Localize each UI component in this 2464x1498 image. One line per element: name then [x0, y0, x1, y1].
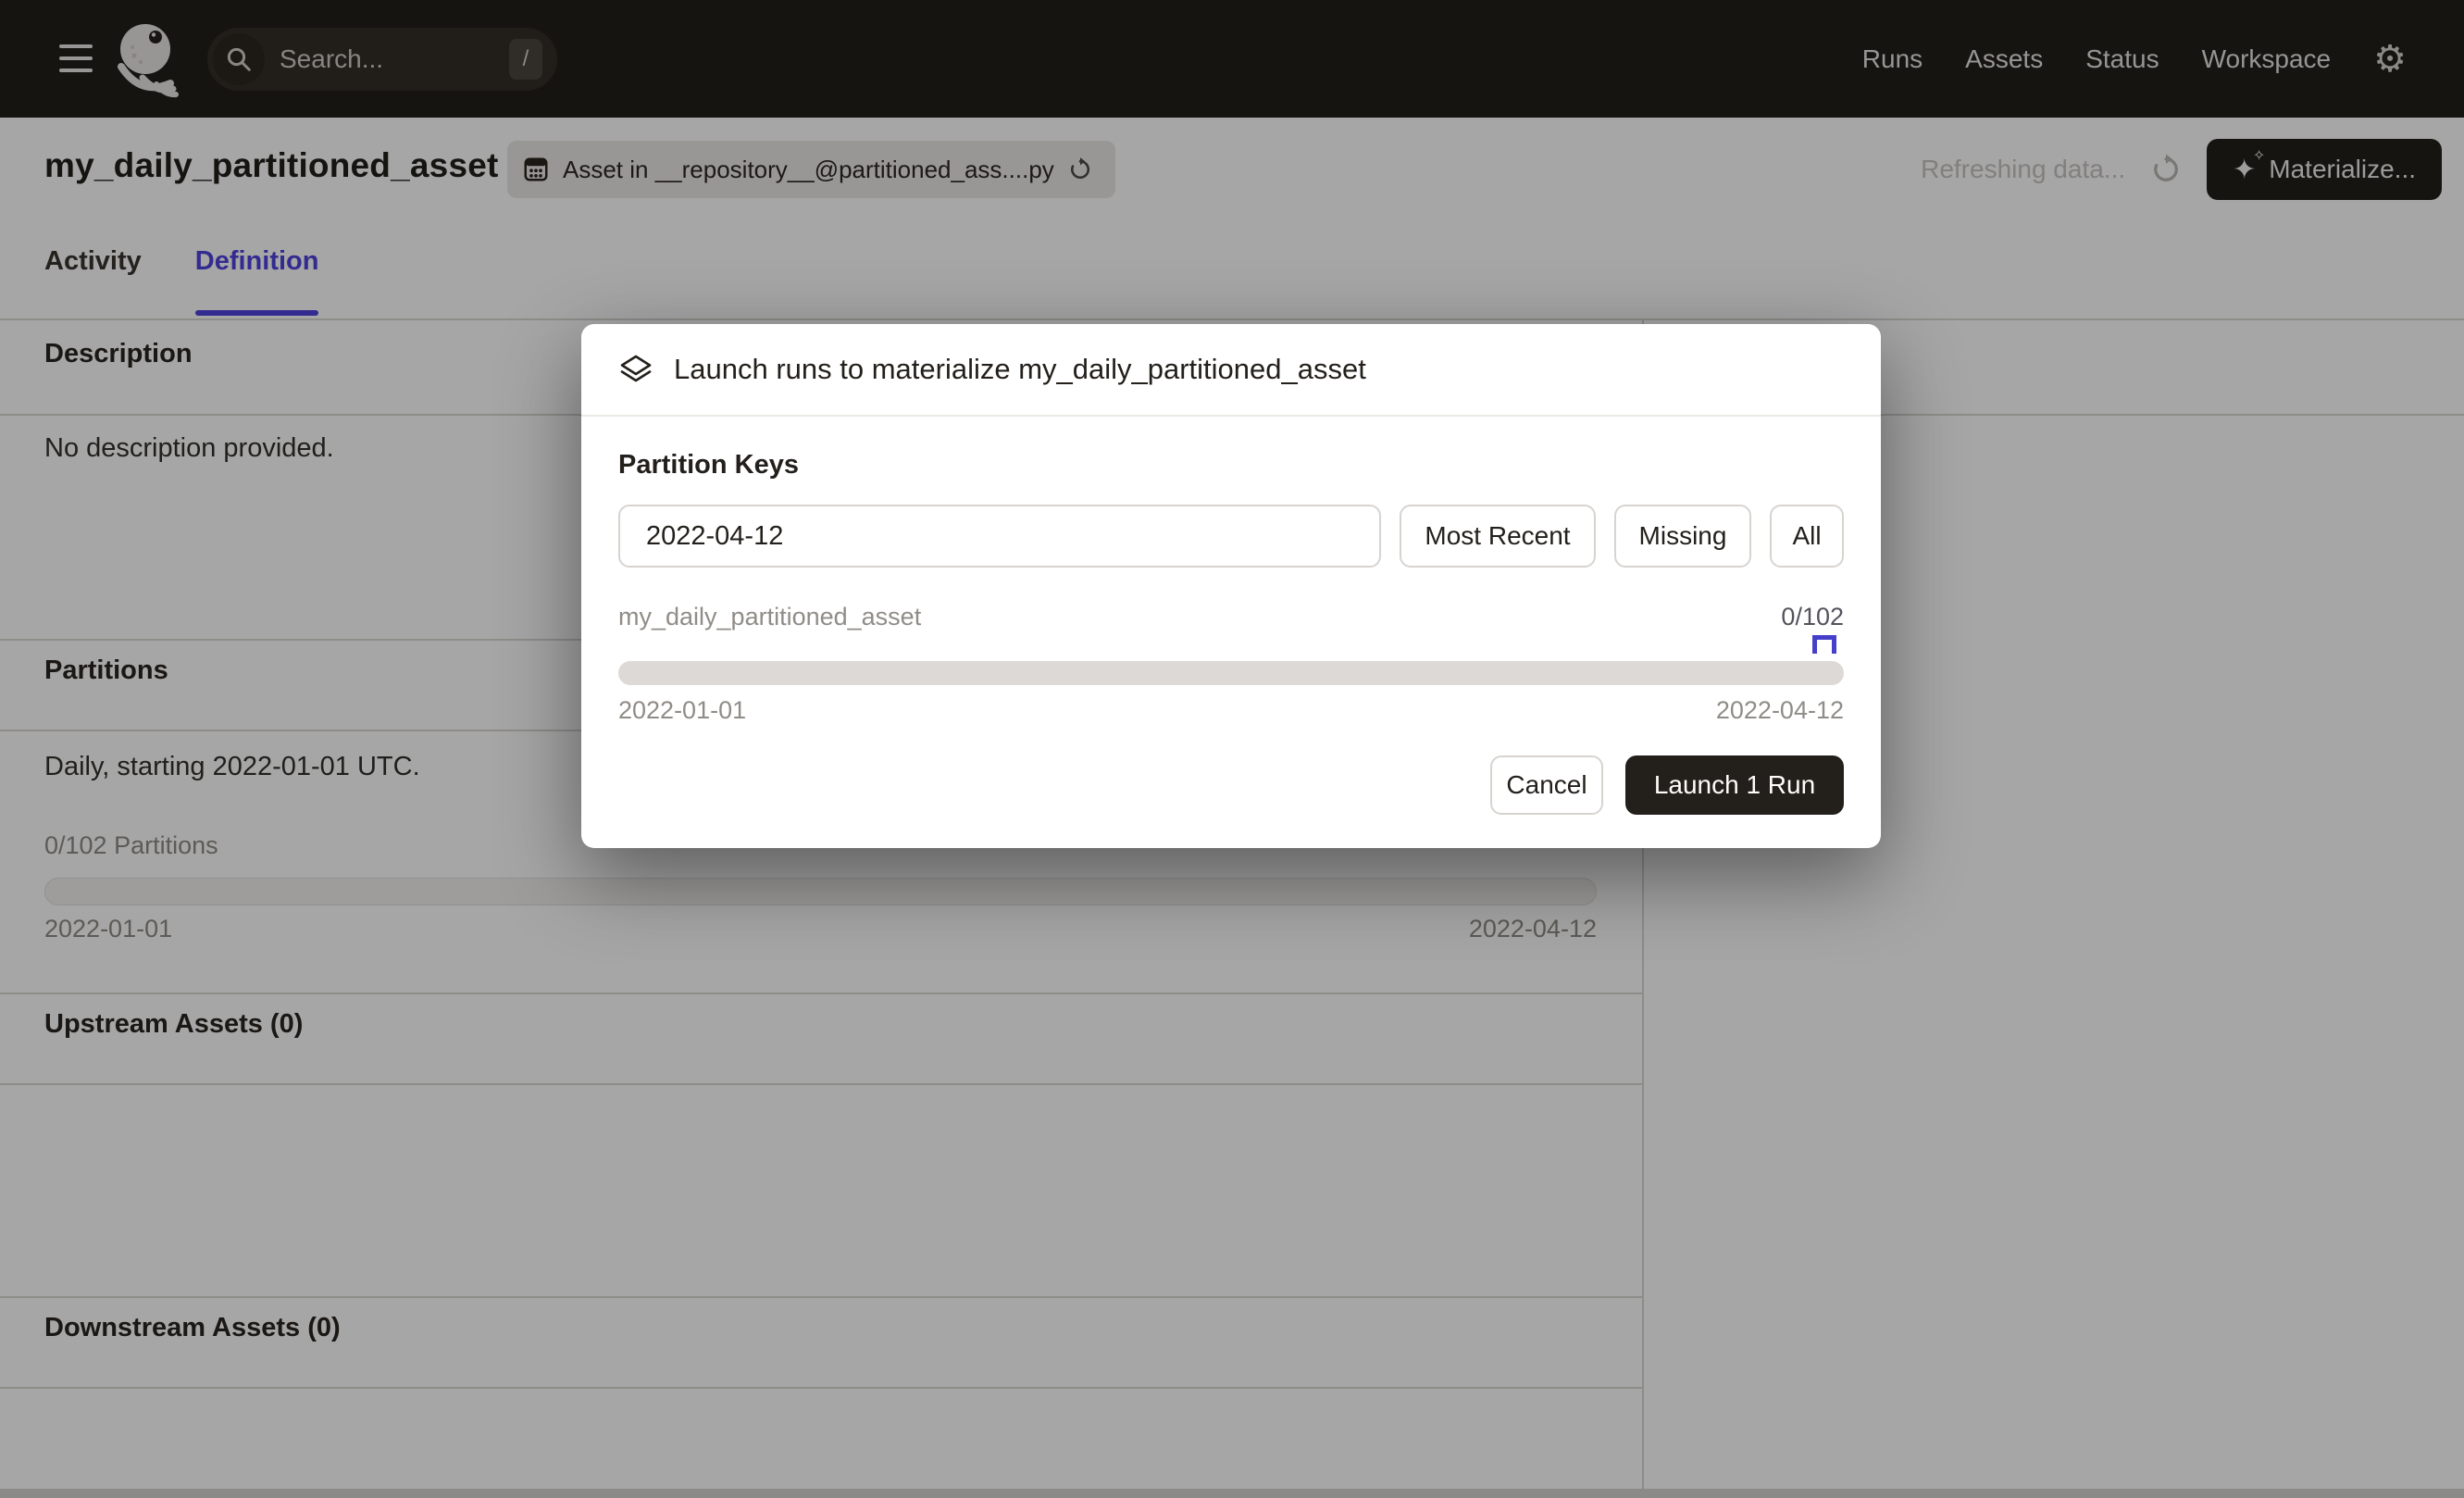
partition-keys-label: Partition Keys	[618, 450, 1844, 481]
most-recent-button[interactable]: Most Recent	[1400, 505, 1596, 568]
layers-icon	[618, 352, 653, 387]
launch-run-button[interactable]: Launch 1 Run	[1625, 755, 1844, 815]
selected-partition-marker	[1812, 635, 1836, 654]
dialog-title: Launch runs to materialize my_daily_part…	[674, 353, 1366, 386]
dialog-header: Launch runs to materialize my_daily_part…	[581, 324, 1881, 417]
dagster-asset-page: Search... / Runs Assets Status Workspace…	[0, 0, 2464, 1498]
asset-progress-row: my_daily_partitioned_asset 0/102	[618, 603, 1844, 631]
missing-button[interactable]: Missing	[1614, 505, 1751, 568]
dialog-partition-bar[interactable]	[618, 661, 1844, 685]
partition-keys-input[interactable]	[618, 505, 1381, 568]
all-button[interactable]: All	[1770, 505, 1844, 568]
dialog-range-end: 2022-04-12	[1716, 696, 1844, 725]
dialog-range-labels: 2022-01-01 2022-04-12	[618, 696, 1844, 725]
cancel-button[interactable]: Cancel	[1490, 755, 1603, 815]
asset-name-label: my_daily_partitioned_asset	[618, 603, 921, 631]
partition-count-label: 0/102	[1781, 603, 1844, 631]
dialog-range-start: 2022-01-01	[618, 696, 746, 725]
launch-runs-dialog: Launch runs to materialize my_daily_part…	[581, 324, 1881, 848]
